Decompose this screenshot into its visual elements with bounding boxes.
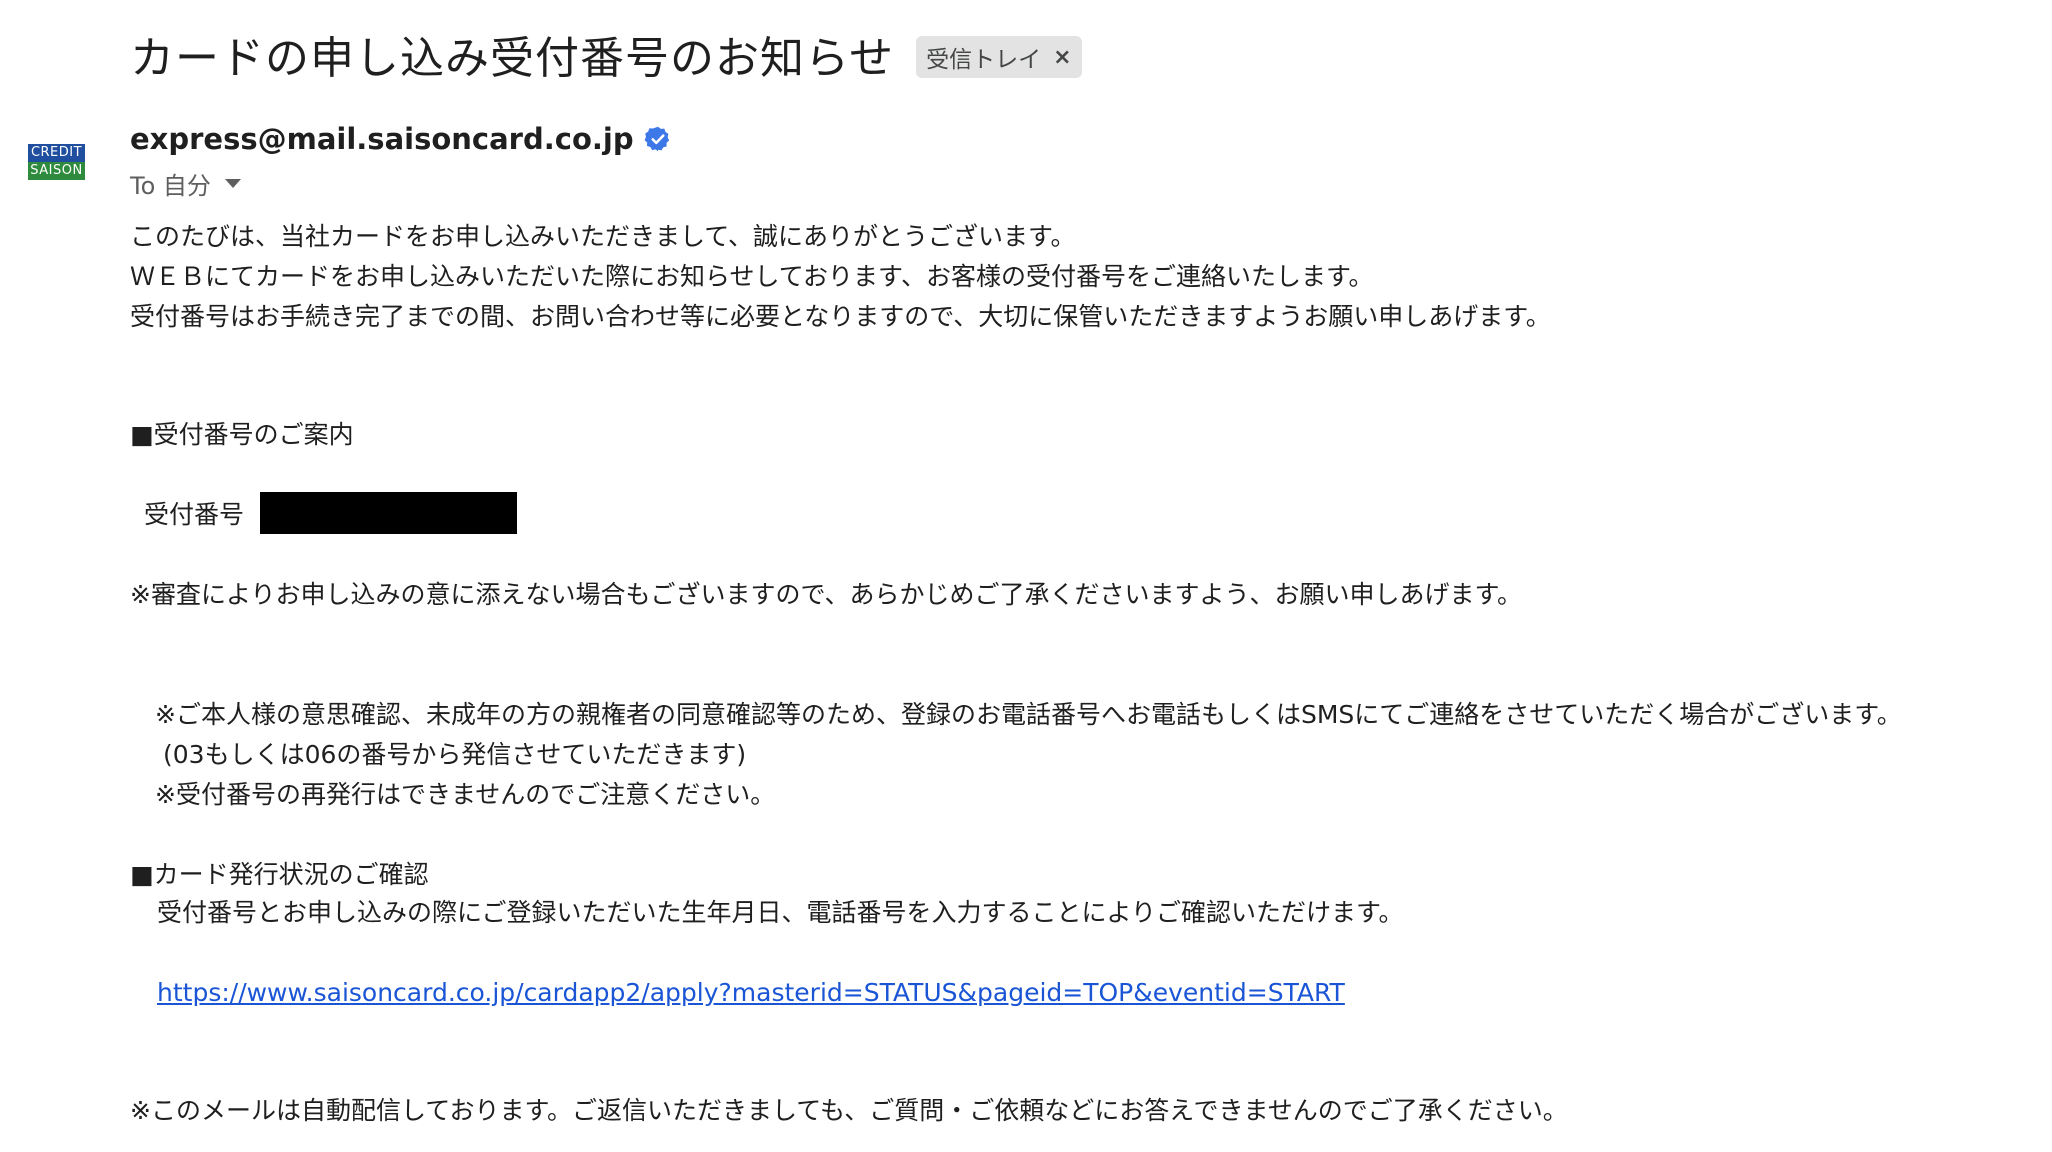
- receipt-number-label: 受付番号: [144, 500, 245, 529]
- redacted-receipt-number: [260, 492, 517, 534]
- status-instructions: 受付番号とお申し込みの際にご登録いただいた生年月日、電話番号を入力することにより…: [157, 898, 1404, 927]
- section-receipt-title: ■受付番号のご案内: [130, 420, 354, 449]
- sender-address[interactable]: express@mail.saisoncard.co.jp: [130, 122, 634, 156]
- note-call-numbers: (03もしくは06の番号から発信させていただきます): [163, 740, 747, 769]
- inbox-label-chip[interactable]: 受信トレイ ×: [916, 36, 1082, 78]
- remove-label-icon[interactable]: ×: [1053, 45, 1071, 70]
- section-status-title: ■カード発行状況のご確認: [130, 860, 429, 889]
- details-dropdown-icon[interactable]: [224, 179, 241, 188]
- auto-send-footer: ※このメールは自動配信しております。ご返信いただきましても、ご質問・ご依頼などに…: [130, 1096, 1568, 1125]
- recipient-text: To 自分: [130, 172, 211, 200]
- sender-row: express@mail.saisoncard.co.jp: [130, 122, 672, 156]
- intro-line-2: ＷＥＢにてカードをお申し込みいただいた際にお知らせしております、お客様の受付番号…: [130, 262, 1374, 291]
- note-no-reissue: ※受付番号の再発行はできませんのでご注意ください。: [155, 780, 776, 809]
- note-confirmation: ※ご本人様の意思確認、未成年の方の親権者の同意確認等のため、登録のお電話番号へお…: [155, 700, 1902, 729]
- inbox-label-text: 受信トレイ: [926, 47, 1042, 73]
- note-review: ※審査によりお申し込みの意に添えない場合もございますので、あらかじめご了承くださ…: [130, 580, 1522, 609]
- intro-line-3: 受付番号はお手続き完了までの間、お問い合わせ等に必要となりますので、大切に保管い…: [130, 302, 1551, 331]
- verified-badge-icon: [644, 126, 669, 152]
- subject-row: カードの申し込み受付番号のお知らせ 受信トレイ ×: [130, 22, 1082, 86]
- recipient-row[interactable]: To 自分: [130, 166, 241, 201]
- avatar-logo-bottom: SAISON: [28, 162, 85, 180]
- email-subject: カードの申し込み受付番号のお知らせ: [130, 33, 895, 84]
- avatar-logo-top: CREDIT: [28, 144, 85, 162]
- intro-line-1: このたびは、当社カードをお申し込みいただきまして、誠にありがとうございます。: [130, 222, 1076, 251]
- sender-avatar: CREDIT SAISON: [28, 144, 85, 180]
- status-check-link[interactable]: https://www.saisoncard.co.jp/cardapp2/ap…: [157, 978, 1345, 1008]
